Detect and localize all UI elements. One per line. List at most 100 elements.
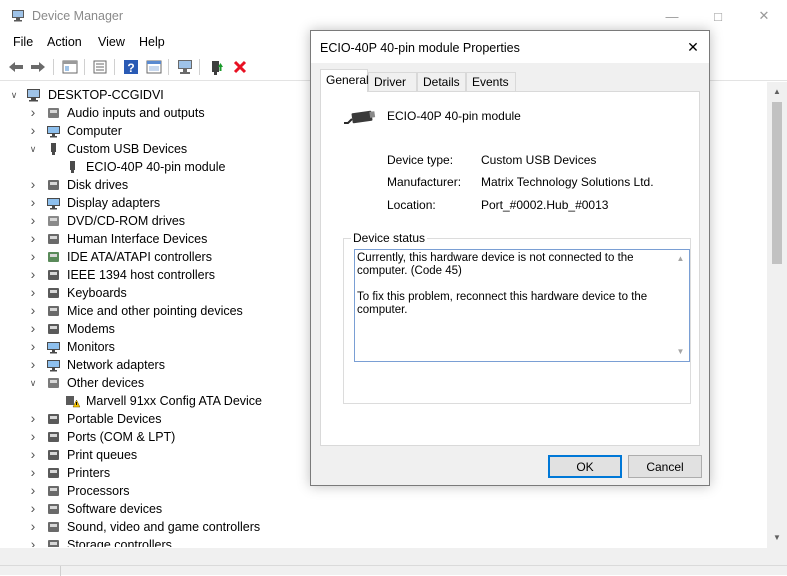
tree-item-label: ECIO-40P 40-pin module	[86, 160, 226, 174]
update-driver-icon[interactable]	[144, 58, 164, 76]
tab-driver[interactable]: Driver	[368, 72, 417, 91]
tree-item-label: Processors	[67, 484, 130, 498]
scan-hardware-icon[interactable]	[175, 58, 195, 76]
scroll-up-icon[interactable]: ▲	[772, 87, 782, 97]
chevron-right-icon[interactable]: ›	[27, 195, 39, 209]
storage-icon	[48, 540, 59, 547]
device-status-group: Device status Currently, this hardware d…	[343, 231, 691, 404]
minimize-icon[interactable]: —	[649, 0, 695, 32]
chevron-right-icon[interactable]: ›	[27, 411, 39, 425]
tree-item-label: Disk drives	[67, 178, 129, 192]
close-icon[interactable]: ✕	[677, 31, 709, 63]
printer-icon	[48, 468, 59, 478]
chevron-right-icon[interactable]: ›	[27, 249, 39, 263]
chevron-right-icon[interactable]: ›	[27, 303, 39, 317]
tab-events[interactable]: Events	[466, 72, 516, 91]
device-type-value: Custom USB Devices	[481, 153, 597, 167]
processor-icon	[48, 486, 59, 496]
status-bar	[0, 565, 787, 576]
chevron-right-icon[interactable]: ›	[27, 231, 39, 245]
chevron-right-icon[interactable]: ›	[27, 267, 39, 281]
chevron-right-icon[interactable]: ›	[27, 213, 39, 227]
tree-item-label: Ports (COM & LPT)	[67, 430, 176, 444]
port-icon	[48, 432, 59, 442]
tree-item-label: Keyboards	[67, 286, 127, 300]
tab-details[interactable]: Details	[417, 72, 466, 91]
status-scrollbar[interactable]: ▲ ▼	[673, 251, 688, 360]
general-tab-panel: ECIO-40P 40-pin module Device type: Cust…	[320, 91, 700, 446]
scrollbar-thumb[interactable]	[772, 102, 782, 264]
computer-icon	[47, 126, 60, 138]
menu-action[interactable]: Action	[47, 35, 82, 49]
modem-icon	[48, 324, 59, 334]
network-icon	[47, 360, 60, 372]
device-status-textbox[interactable]: Currently, this hardware device is not c…	[354, 249, 690, 362]
tree-item-label: Print queues	[67, 448, 138, 462]
usb-icon	[70, 161, 75, 173]
properties-icon[interactable]	[90, 58, 110, 76]
scroll-up-icon[interactable]: ▲	[675, 254, 686, 264]
menu-help[interactable]: Help	[139, 35, 165, 49]
properties-dialog: ECIO-40P 40-pin module Properties ✕ Gene…	[310, 30, 710, 486]
computer-icon	[27, 89, 40, 102]
ok-button[interactable]: OK	[548, 455, 622, 478]
enable-device-icon[interactable]	[206, 58, 226, 76]
menu-file[interactable]: File	[13, 35, 33, 49]
vertical-scrollbar[interactable]: ▲ ▼	[767, 82, 787, 548]
location-label: Location:	[387, 198, 436, 212]
chevron-down-icon[interactable]: ∨	[27, 143, 39, 155]
location-value: Port_#0002.Hub_#0013	[481, 198, 609, 212]
scroll-down-icon[interactable]: ▼	[772, 533, 782, 543]
chevron-right-icon[interactable]: ›	[27, 339, 39, 353]
cancel-button[interactable]: Cancel	[628, 455, 702, 478]
chevron-right-icon[interactable]: ›	[27, 177, 39, 191]
forward-icon[interactable]	[28, 58, 48, 76]
title-bar[interactable]: Device Manager — □ ✕	[0, 0, 787, 32]
maximize-icon[interactable]: □	[695, 0, 741, 32]
chevron-right-icon[interactable]: ›	[27, 285, 39, 299]
dialog-title-bar[interactable]: ECIO-40P 40-pin module Properties ✕	[311, 31, 709, 63]
tree-item[interactable]: › Sound, video and game controllers	[0, 518, 770, 536]
chevron-right-icon[interactable]: ›	[27, 465, 39, 479]
toolbar-separator	[53, 59, 54, 75]
uninstall-device-icon[interactable]	[230, 58, 250, 76]
chevron-down-icon[interactable]: ∨	[27, 377, 39, 389]
horizontal-scrollbar[interactable]	[0, 548, 787, 565]
close-icon[interactable]: ✕	[741, 0, 787, 32]
disk-icon	[48, 180, 59, 190]
chevron-right-icon[interactable]: ›	[27, 123, 39, 137]
device-manager-icon	[12, 10, 24, 22]
chevron-right-icon[interactable]: ›	[27, 429, 39, 443]
tree-item-label: Human Interface Devices	[67, 232, 208, 246]
help-icon[interactable]: ?	[121, 58, 141, 76]
menu-view[interactable]: View	[98, 35, 125, 49]
chevron-right-icon[interactable]: ›	[27, 501, 39, 515]
dvd-icon	[48, 216, 59, 226]
chevron-right-icon[interactable]: ›	[27, 321, 39, 335]
chevron-down-icon[interactable]: ∨	[8, 89, 20, 101]
back-icon[interactable]	[6, 58, 26, 76]
svg-text:?: ?	[127, 61, 134, 75]
chevron-right-icon[interactable]: ›	[27, 447, 39, 461]
usb-icon	[51, 143, 56, 155]
device-status-text: Currently, this hardware device is not c…	[357, 252, 648, 316]
keyboard-icon	[48, 288, 59, 298]
tree-item[interactable]: › Storage controllers	[0, 536, 770, 547]
tree-item-label: Printers	[67, 466, 111, 480]
manufacturer-label: Manufacturer:	[387, 175, 462, 189]
scroll-down-icon[interactable]: ▼	[675, 347, 686, 357]
tab-general[interactable]: General	[320, 69, 369, 92]
speaker-icon	[48, 108, 59, 118]
usb-cable-icon	[344, 110, 376, 124]
tree-item[interactable]: › Software devices	[0, 500, 770, 518]
tree-item-label: Custom USB Devices	[67, 142, 188, 156]
chevron-right-icon[interactable]: ›	[27, 519, 39, 533]
device-name: ECIO-40P 40-pin module	[387, 109, 521, 123]
chevron-right-icon[interactable]: ›	[27, 357, 39, 371]
chevron-right-icon[interactable]: ›	[27, 105, 39, 119]
tree-item-label: Sound, video and game controllers	[67, 520, 261, 534]
chevron-right-icon[interactable]: ›	[27, 483, 39, 497]
properties-sheet-icon[interactable]	[60, 58, 80, 76]
chevron-right-icon[interactable]: ›	[27, 537, 39, 547]
tree-item-label: Display adapters	[67, 196, 161, 210]
